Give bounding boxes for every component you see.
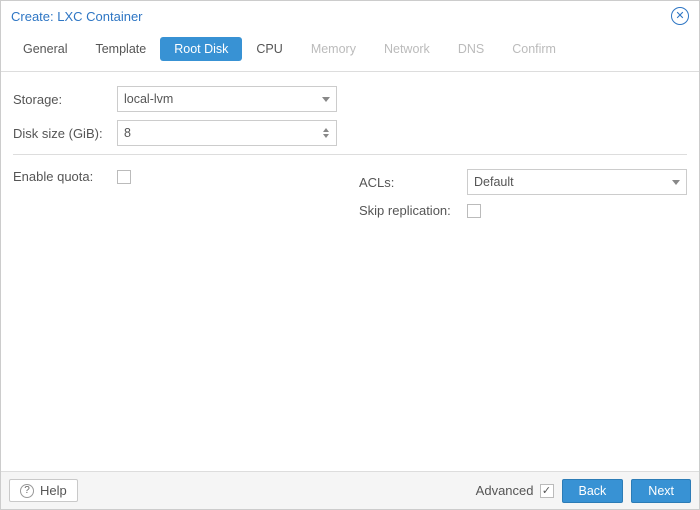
tab-template[interactable]: Template <box>81 37 160 61</box>
advanced-toggle[interactable]: Advanced <box>476 483 554 498</box>
advanced-checkbox[interactable] <box>540 484 554 498</box>
storage-dropdown-trigger[interactable] <box>315 86 337 112</box>
disksize-spinner[interactable] <box>117 120 337 146</box>
tab-network: Network <box>370 37 444 61</box>
form-body: Storage: Disk size (GiB): <box>1 72 699 471</box>
tab-root-disk[interactable]: Root Disk <box>160 37 242 61</box>
acls-combo[interactable] <box>467 169 687 195</box>
chevron-down-icon <box>323 134 329 138</box>
close-button[interactable]: ✕ <box>671 7 689 25</box>
label-disksize: Disk size (GiB): <box>13 126 117 141</box>
row-disksize: Disk size (GiB): <box>13 120 687 146</box>
disksize-input[interactable] <box>117 120 337 146</box>
separator <box>13 154 687 155</box>
tab-bar: General Template Root Disk CPU Memory Ne… <box>1 31 699 72</box>
row-quota: Enable quota: <box>13 169 319 184</box>
chevron-down-icon <box>672 180 680 185</box>
disksize-spinner-buttons[interactable] <box>315 120 337 146</box>
chevron-down-icon <box>322 97 330 102</box>
row-storage: Storage: <box>13 86 687 112</box>
row-acls: ACLs: <box>359 169 687 195</box>
help-icon: ? <box>20 484 34 498</box>
tab-general[interactable]: General <box>9 37 81 61</box>
tab-cpu[interactable]: CPU <box>242 37 296 61</box>
back-button[interactable]: Back <box>562 479 624 503</box>
col-right: ACLs: Skip replication: <box>359 169 687 226</box>
storage-combo[interactable] <box>117 86 337 112</box>
chevron-up-icon <box>323 128 329 132</box>
footer: ? Help Advanced Back Next <box>1 471 699 509</box>
acls-input[interactable] <box>467 169 687 195</box>
label-skiprep: Skip replication: <box>359 203 467 218</box>
dialog-title: Create: LXC Container <box>11 9 143 24</box>
row-skiprep: Skip replication: <box>359 203 687 218</box>
help-label: Help <box>40 483 67 498</box>
tab-confirm: Confirm <box>498 37 570 61</box>
help-button[interactable]: ? Help <box>9 479 78 502</box>
next-button[interactable]: Next <box>631 479 691 503</box>
acls-dropdown-trigger[interactable] <box>665 169 687 195</box>
titlebar: Create: LXC Container ✕ <box>1 1 699 31</box>
label-acls: ACLs: <box>359 175 467 190</box>
quota-checkbox[interactable] <box>117 170 131 184</box>
label-storage: Storage: <box>13 92 117 107</box>
storage-input[interactable] <box>117 86 337 112</box>
col-left: Enable quota: <box>13 169 319 226</box>
advanced-label: Advanced <box>476 483 534 498</box>
advanced-grid: Enable quota: ACLs: Skip replication: <box>13 169 687 226</box>
tab-dns: DNS <box>444 37 498 61</box>
label-quota: Enable quota: <box>13 169 117 184</box>
close-icon: ✕ <box>675 11 684 22</box>
tab-memory: Memory <box>297 37 370 61</box>
dialog-create-container: Create: LXC Container ✕ General Template… <box>0 0 700 510</box>
skiprep-checkbox[interactable] <box>467 204 481 218</box>
